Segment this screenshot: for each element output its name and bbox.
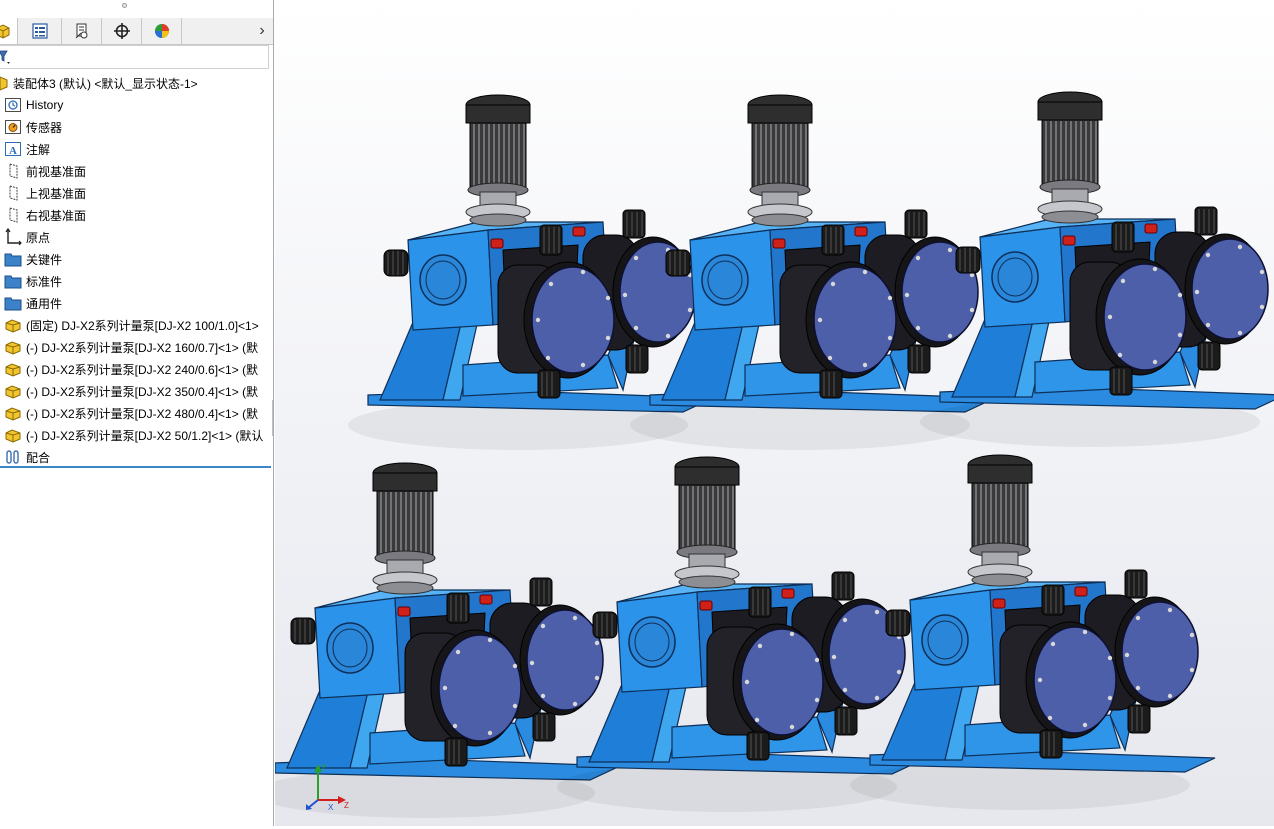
tree-item-history[interactable]: History — [4, 94, 63, 116]
tree-item-label: 关键件 — [26, 252, 63, 267]
part-icon — [4, 404, 22, 422]
tree-item-folder-standard-parts[interactable]: 标准件 — [4, 270, 62, 292]
tree-item-label: History — [26, 98, 64, 112]
tree-item-annotations[interactable]: A 注解 — [4, 138, 50, 160]
tree-item-label: 配合 — [26, 450, 51, 465]
graphics-viewport[interactable] — [254, 0, 1274, 826]
tree-item-mates[interactable]: 配合 — [4, 446, 50, 468]
tree-item-pump-100[interactable]: (固定) DJ-X2系列计量泵[DJ-X2 100/1.0]<1> — [4, 314, 259, 336]
tree-item-label: 通用件 — [26, 296, 63, 311]
tree-item-folder-key-parts[interactable]: 关键件 — [4, 248, 62, 270]
feature-manager-icon — [0, 24, 9, 39]
part-icon — [4, 426, 22, 444]
feature-manager-panel: › 装配体3 (默认) <默认_显示状态-1> History 传感器 A 注解… — [0, 0, 274, 826]
part-icon — [4, 338, 22, 356]
tree-item-pump-50[interactable]: (-) DJ-X2系列计量泵[DJ-X2 50/1.2]<1> (默认 — [4, 424, 263, 446]
part-icon — [4, 382, 22, 400]
display-manager-pie-icon — [154, 24, 169, 38]
tree-item-label: 原点 — [26, 230, 51, 245]
pump-model-3[interactable] — [919, 91, 1274, 448]
tree-root-assembly[interactable]: 装配体3 (默认) <默认_显示状态-1> — [0, 72, 198, 94]
tree-root-label: 装配体3 (默认) <默认_显示状态-1> — [13, 76, 198, 91]
part-icon — [4, 360, 22, 378]
tree-divider — [0, 466, 271, 468]
assembly-icon — [0, 74, 9, 92]
tree-item-label: (-) DJ-X2系列计量泵[DJ-X2 160/0.7]<1> (默 — [26, 340, 259, 355]
tree-item-pump-160[interactable]: (-) DJ-X2系列计量泵[DJ-X2 160/0.7]<1> (默 — [4, 336, 258, 358]
tree-item-sensors[interactable]: 传感器 — [4, 116, 62, 138]
tree-filter-box[interactable] — [0, 45, 269, 69]
filter-funnel-icon[interactable] — [0, 49, 14, 65]
triad-y-label: Y — [321, 763, 327, 772]
tree-item-label: (-) DJ-X2系列计量泵[DJ-X2 50/1.2]<1> (默认 — [26, 428, 264, 443]
tree-item-label: 传感器 — [26, 120, 63, 135]
triad-z-label: Z — [344, 801, 349, 810]
plane-icon — [4, 162, 22, 180]
tree-item-top-plane[interactable]: 上视基准面 — [4, 182, 86, 204]
tree-item-front-plane[interactable]: 前视基准面 — [4, 160, 86, 182]
tab-overflow-arrow[interactable]: › — [252, 18, 272, 44]
tree-horizontal-scroll-handle[interactable] — [272, 400, 273, 436]
plane-icon — [4, 184, 22, 202]
pump-model-5[interactable] — [556, 456, 923, 813]
history-icon — [4, 96, 22, 114]
configuration-manager-icon — [75, 23, 87, 39]
tree-item-label: (-) DJ-X2系列计量泵[DJ-X2 240/0.6]<1> (默 — [26, 362, 259, 377]
pump-model-6[interactable] — [849, 454, 1216, 811]
folder-icon — [4, 272, 22, 290]
folder-icon — [4, 294, 22, 312]
tree-item-label: (固定) DJ-X2系列计量泵[DJ-X2 100/1.0]<1> — [26, 318, 259, 333]
tree-item-label: 注解 — [26, 142, 51, 157]
property-manager-tab[interactable] — [18, 18, 62, 44]
reference-triad: Y Z X — [306, 763, 349, 812]
sensor-icon — [4, 118, 22, 136]
dimxpert-manager-tab[interactable] — [102, 18, 142, 44]
mates-icon — [4, 448, 22, 466]
tree-item-label: 上视基准面 — [26, 186, 87, 201]
folder-icon — [4, 250, 22, 268]
tree-item-right-plane[interactable]: 右视基准面 — [4, 204, 86, 226]
tree-item-origin[interactable]: 原点 — [4, 226, 50, 248]
tree-item-label: 右视基准面 — [26, 208, 87, 223]
tree-item-label: (-) DJ-X2系列计量泵[DJ-X2 350/0.4]<1> (默 — [26, 384, 259, 399]
tree-item-pump-350[interactable]: (-) DJ-X2系列计量泵[DJ-X2 350/0.4]<1> (默 — [4, 380, 258, 402]
tree-item-label: 前视基准面 — [26, 164, 87, 179]
dimxpert-crosshair-icon — [113, 23, 130, 39]
annotation-icon: A — [4, 140, 22, 158]
svg-text:A: A — [9, 145, 17, 157]
plane-icon — [4, 206, 22, 224]
manager-tab-bar: › — [0, 18, 273, 45]
origin-icon — [4, 228, 22, 246]
tree-item-pump-480[interactable]: (-) DJ-X2系列计量泵[DJ-X2 480/0.4]<1> (默 — [4, 402, 258, 424]
panel-grip-dot[interactable] — [122, 3, 127, 8]
tree-item-label: (-) DJ-X2系列计量泵[DJ-X2 480/0.4]<1> (默 — [26, 406, 259, 421]
configuration-manager-tab[interactable] — [62, 18, 102, 44]
part-icon — [4, 316, 22, 334]
feature-manager-tab[interactable] — [0, 18, 18, 44]
property-manager-icon — [31, 23, 48, 39]
tree-item-label: 标准件 — [26, 274, 63, 289]
display-manager-tab[interactable] — [142, 18, 182, 44]
tree-item-folder-common-parts[interactable]: 通用件 — [4, 292, 62, 314]
pump-assembly-render — [254, 91, 1274, 819]
triad-x-label: X — [328, 803, 334, 812]
tree-item-pump-240[interactable]: (-) DJ-X2系列计量泵[DJ-X2 240/0.6]<1> (默 — [4, 358, 258, 380]
